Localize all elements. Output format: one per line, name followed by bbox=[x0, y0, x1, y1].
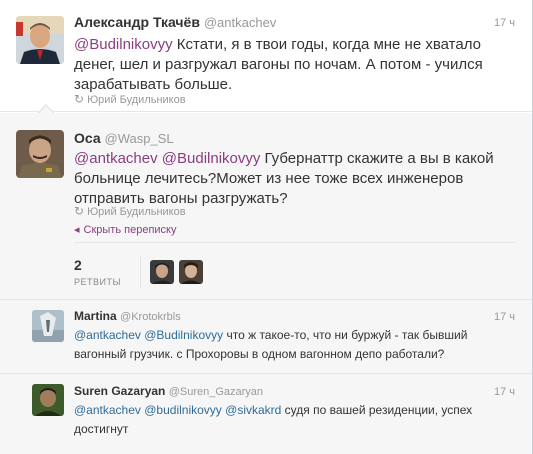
avatar-martina[interactable] bbox=[32, 310, 64, 342]
avatar-wasp[interactable] bbox=[16, 130, 64, 178]
author-handle[interactable]: @Wasp_SL bbox=[105, 131, 174, 146]
stats-separator bbox=[140, 255, 141, 289]
retweet-icon: ↻ bbox=[74, 204, 85, 218]
retweeter-avatar[interactable] bbox=[150, 260, 174, 284]
avatar-tkachev[interactable] bbox=[16, 16, 64, 64]
mention-link[interactable]: @antkachev bbox=[74, 150, 158, 167]
reply-martina[interactable]: Martina @Krotokrbls 17 ч @antkachev @Bud… bbox=[0, 300, 532, 373]
author-handle[interactable]: @Suren_Gazaryan bbox=[169, 386, 263, 398]
mention-link[interactable]: @budilnikovyy bbox=[144, 403, 222, 417]
retweeted-by[interactable]: ↻ Юрий Будильников bbox=[74, 92, 186, 106]
reply-text: @antkachev @budilnikovyy @sivkakrd судя … bbox=[74, 403, 473, 436]
conversation-panel: Александр Ткачёв @antkachev 17 ч @Budiln… bbox=[0, 0, 533, 454]
retweet-count-label[interactable]: РЕТВИТЫ bbox=[74, 277, 121, 287]
mention-link[interactable]: @Budilnikovyy bbox=[144, 328, 223, 342]
tweet-wasp[interactable]: Оса @Wasp_SL @antkachev @Budilnikovyy Гу… bbox=[0, 113, 532, 300]
reply-timestamp[interactable]: 17 ч bbox=[494, 311, 515, 323]
tweet-text: @antkachev @Budilnikovyy Губернаттр скаж… bbox=[74, 150, 494, 207]
caret-left-icon: ◂ bbox=[74, 224, 80, 236]
mention-link[interactable]: @antkachev bbox=[74, 403, 141, 417]
tweet-timestamp[interactable]: 17 ч bbox=[494, 17, 515, 29]
author-name[interactable]: Оса @Wasp_SL bbox=[74, 130, 174, 146]
mention-link[interactable]: @Budilnikovyy bbox=[162, 150, 261, 167]
retweeted-by[interactable]: ↻ Юрий Будильников bbox=[74, 204, 186, 218]
avatar-suren[interactable] bbox=[32, 384, 64, 416]
author-name[interactable]: Suren Gazaryan @Suren_Gazaryan bbox=[74, 384, 263, 398]
hide-conversation-link[interactable]: ◂ Скрыть переписку bbox=[74, 223, 176, 236]
mention-link[interactable]: @sivkakrd bbox=[225, 403, 281, 417]
reply-timestamp[interactable]: 17 ч bbox=[494, 386, 515, 398]
mention-link[interactable]: @antkachev bbox=[74, 328, 141, 342]
author-handle[interactable]: @Krotokrbls bbox=[120, 311, 181, 323]
retweeter-avatar[interactable] bbox=[179, 260, 203, 284]
stats-divider bbox=[74, 242, 515, 243]
retweet-icon: ↻ bbox=[74, 92, 85, 106]
retweet-count[interactable]: 2 bbox=[74, 257, 82, 273]
reply-text: @antkachev @Budilnikovyy что ж такое-то,… bbox=[74, 328, 468, 361]
mention-link[interactable]: @Budilnikovyy bbox=[74, 36, 173, 53]
author-handle[interactable]: @antkachev bbox=[204, 15, 276, 30]
tweet-tkachev[interactable]: Александр Ткачёв @antkachev 17 ч @Budiln… bbox=[0, 0, 532, 114]
author-name[interactable]: Александр Ткачёв @antkachev bbox=[74, 14, 276, 30]
author-name[interactable]: Martina @Krotokrbls bbox=[74, 309, 181, 323]
reply-suren[interactable]: Suren Gazaryan @Suren_Gazaryan 17 ч @ant… bbox=[0, 373, 532, 454]
tweet-text: @Budilnikovyy Кстати, я в твои годы, ког… bbox=[74, 36, 483, 93]
